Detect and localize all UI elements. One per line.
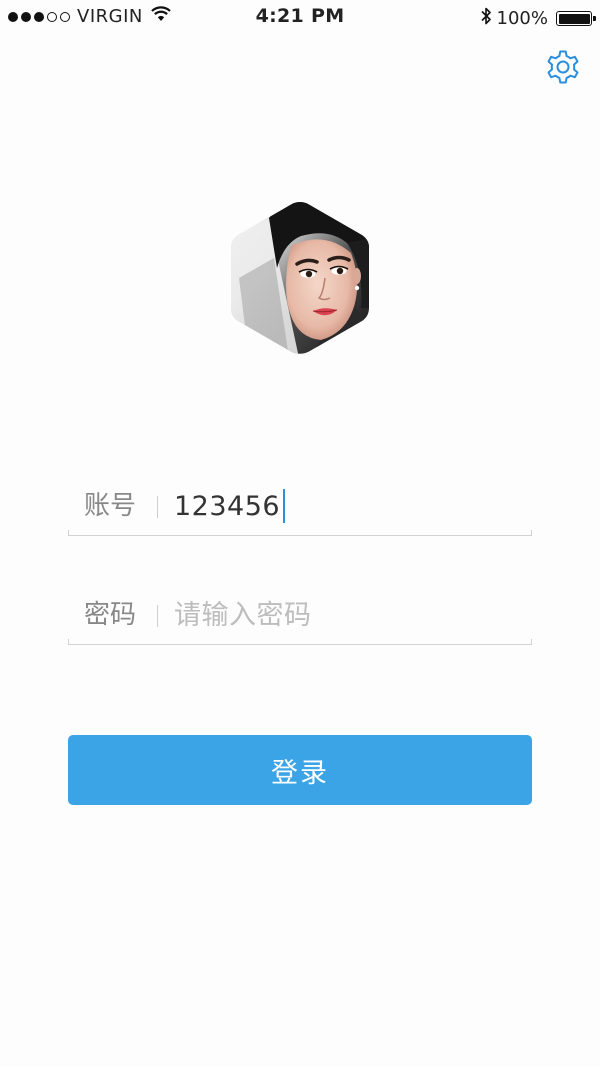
avatar[interactable]: [229, 198, 371, 358]
battery-level: [558, 13, 590, 24]
account-input[interactable]: [174, 488, 514, 524]
password-underline: [68, 639, 532, 645]
account-label: 账号: [84, 491, 137, 521]
settings-button[interactable]: [542, 46, 584, 88]
text-cursor: [283, 489, 285, 523]
login-button[interactable]: 登录: [68, 735, 532, 805]
password-input[interactable]: [174, 597, 514, 633]
account-underline: [68, 530, 532, 536]
battery-percentage: 100%: [496, 8, 548, 29]
password-field: 密码: [68, 585, 532, 645]
field-divider: [157, 496, 158, 518]
password-label: 密码: [84, 600, 137, 630]
status-bar-right: 100%: [480, 6, 596, 31]
battery-icon: [556, 11, 596, 26]
status-bar: VIRGIN 4:21 PM 100%: [0, 0, 600, 34]
bluetooth-icon: [480, 6, 492, 31]
field-divider: [157, 605, 158, 627]
account-field: 账号: [68, 476, 532, 536]
gear-icon: [547, 50, 579, 84]
